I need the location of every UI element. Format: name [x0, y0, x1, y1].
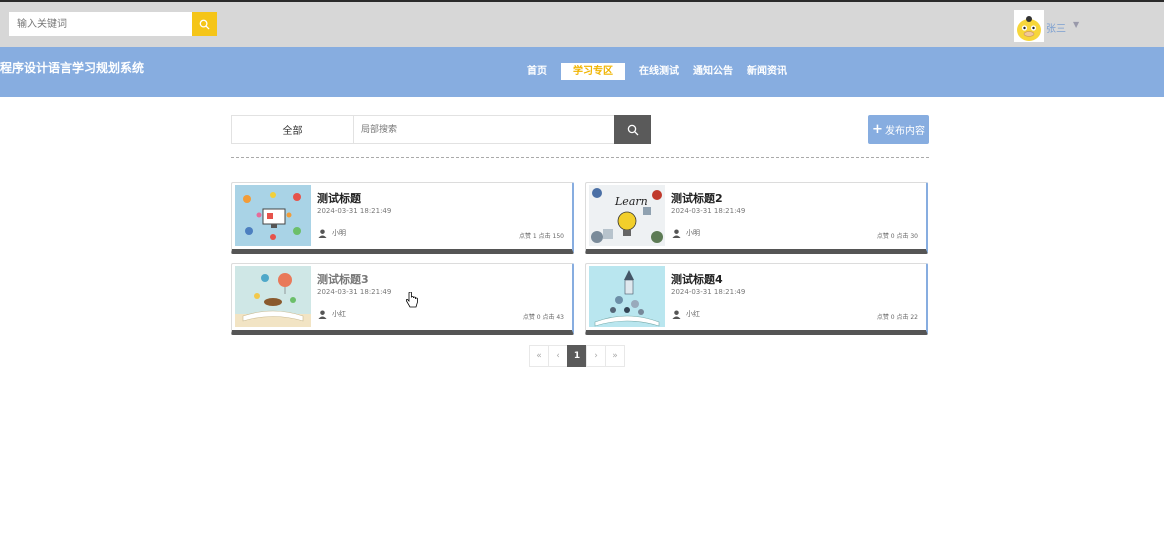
author-name: 小明 — [332, 229, 346, 237]
content-filter: 全部 — [231, 115, 651, 144]
user-icon — [672, 309, 681, 319]
duck-avatar-icon — [1014, 10, 1044, 42]
user-icon — [318, 228, 327, 238]
card-title[interactable]: 测试标题 — [317, 190, 361, 206]
nav-news[interactable]: 新闻资讯 — [740, 63, 794, 80]
card-thumbnail — [235, 266, 311, 327]
card-stats: 点赞 0 点击 22 — [876, 314, 918, 321]
top-search-button[interactable] — [192, 12, 217, 36]
current-page-button[interactable]: 1 — [567, 345, 587, 367]
content-card[interactable]: Learn 测试标题2 2024-03-31 18:21:49 小明 点赞 0 … — [585, 182, 928, 254]
card-stats: 点赞 0 点击 43 — [522, 314, 564, 321]
card-title[interactable]: 测试标题3 — [317, 271, 369, 287]
card-author: 小红 — [672, 309, 700, 319]
pagination: « ‹ 1 › » — [529, 345, 625, 367]
card-stats: 点赞 0 点击 30 — [876, 233, 918, 240]
card-thumbnail: Learn — [589, 185, 665, 246]
author-name: 小红 — [686, 310, 700, 318]
hand-cursor-icon — [405, 292, 418, 308]
publish-label: 发布内容 — [884, 126, 925, 137]
plus-icon: + — [872, 122, 883, 137]
open-book-balloon-icon — [235, 266, 311, 327]
category-select[interactable]: 全部 — [232, 116, 354, 143]
card-thumbnail — [589, 266, 665, 327]
author-name: 小红 — [332, 310, 346, 318]
content-card[interactable]: 测试标题4 2024-03-31 18:21:49 小红 点赞 0 点击 22 — [585, 263, 928, 335]
card-thumbnail — [235, 185, 311, 246]
card-title[interactable]: 测试标题4 — [671, 271, 723, 287]
user-icon — [672, 228, 681, 238]
card-author: 小明 — [318, 228, 346, 238]
dashed-divider — [231, 157, 929, 158]
nav-announcements[interactable]: 通知公告 — [686, 63, 740, 80]
content-card[interactable]: 测试标题 2024-03-31 18:21:49 小明 点赞 1 点击 150 — [231, 182, 574, 254]
card-time: 2024-03-31 18:21:49 — [671, 288, 746, 296]
top-bar: 张三 ▼ — [0, 0, 1164, 47]
prev-page-button[interactable]: ‹ — [548, 345, 568, 367]
card-author: 小明 — [672, 228, 700, 238]
card-time: 2024-03-31 18:21:49 — [317, 288, 392, 296]
card-author: 小红 — [318, 309, 346, 319]
main-nav: 首页 学习专区 在线测试 通知公告 新闻资讯 — [520, 63, 794, 80]
search-icon — [199, 19, 210, 30]
chevron-down-icon[interactable]: ▼ — [1073, 20, 1079, 29]
learn-lightbulb-icon: Learn — [589, 185, 665, 246]
tech-illustration-icon — [235, 185, 311, 246]
card-time: 2024-03-31 18:21:49 — [671, 207, 746, 215]
nav-study-zone[interactable]: 学习专区 — [561, 63, 625, 80]
last-page-button[interactable]: » — [605, 345, 625, 367]
username[interactable]: 张三 — [1046, 20, 1066, 35]
site-title: 程序设计语言学习规划系统 — [0, 61, 145, 75]
card-time: 2024-03-31 18:21:49 — [317, 207, 392, 215]
keyword-search-input[interactable] — [9, 12, 192, 36]
nav-bar: 程序设计语言学习规划系统 首页 学习专区 在线测试 通知公告 新闻资讯 — [0, 47, 1164, 97]
search-icon — [627, 124, 638, 135]
first-page-button[interactable]: « — [529, 345, 549, 367]
nav-home[interactable]: 首页 — [520, 63, 554, 80]
card-stats: 点赞 1 点击 150 — [519, 233, 564, 240]
top-search — [9, 12, 217, 36]
nav-online-test[interactable]: 在线测试 — [632, 63, 686, 80]
card-title[interactable]: 测试标题2 — [671, 190, 723, 206]
publish-button[interactable]: + 发布内容 — [868, 115, 929, 144]
local-search-input[interactable] — [354, 116, 650, 143]
author-name: 小明 — [686, 229, 700, 237]
local-search-button[interactable] — [614, 115, 651, 144]
user-icon — [318, 309, 327, 319]
content-card[interactable]: 测试标题3 2024-03-31 18:21:49 小红 点赞 0 点击 43 — [231, 263, 574, 335]
svg-text:Learn: Learn — [614, 195, 648, 208]
next-page-button[interactable]: › — [586, 345, 606, 367]
book-rocket-icon — [589, 266, 665, 327]
avatar[interactable] — [1014, 10, 1044, 42]
